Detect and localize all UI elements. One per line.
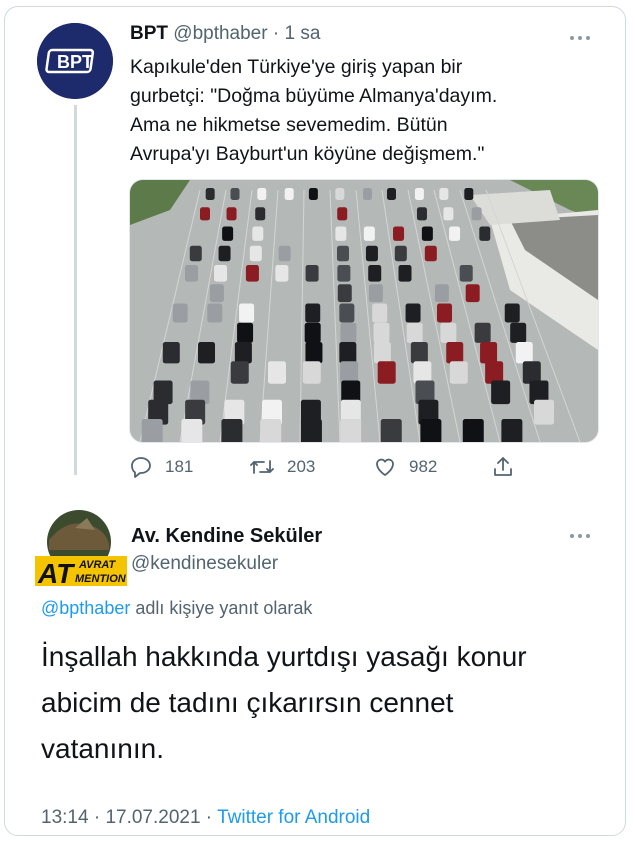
tweet-meta: 13:14 · 17.07.2021 · Twitter for Android	[41, 807, 370, 829]
like-count: 982	[409, 457, 438, 476]
tweet-header: BPT @bpthaber · 1 sa	[130, 23, 320, 45]
tweet-text-line: Avrupa'yı Bayburt'un köyüne değişmem."	[130, 143, 485, 165]
avrat-mention-badge-icon: AT AVRAT MENTION	[35, 510, 127, 589]
more-icon[interactable]	[568, 527, 598, 543]
reply-text: İnşallah hakkında yurtdışı yasağı konur …	[41, 634, 601, 772]
reply-button[interactable]: 181	[129, 455, 193, 479]
retweet-icon	[250, 460, 274, 474]
more-icon[interactable]	[568, 29, 598, 45]
reply-text-line: abicim de tadını çıkarırsın cennet	[41, 687, 454, 718]
tweet-text-line: Kapıkule'den Türkiye'ye giriş yapan bir	[130, 56, 463, 78]
tweet-text: Kapıkule'den Türkiye'ye giriş yapan bir …	[130, 53, 600, 169]
reply-to-label: adlı kişiye yanıt olarak	[130, 598, 313, 618]
tweet-text-line: gurbetçi: "Doğma büyüme Almanya'dayım.	[130, 85, 498, 107]
tweet-source[interactable]: Twitter for Android	[217, 807, 370, 828]
svg-text:MENTION: MENTION	[75, 573, 127, 585]
parking-lot-image	[130, 180, 598, 442]
tweet-text-line: Ama ne hikmetse sevemedim. Bütün	[130, 114, 448, 136]
avatar[interactable]: BPT	[37, 23, 113, 99]
reply-author-handle[interactable]: @kendinesekuler	[131, 553, 278, 575]
meta-separator: ·	[200, 807, 218, 828]
separator: ·	[272, 23, 280, 44]
tweet-photo[interactable]	[129, 179, 599, 443]
svg-text:AVRAT: AVRAT	[78, 559, 117, 571]
replying-to: @bpthaber adlı kişiye yanıt olarak	[41, 598, 312, 619]
share-icon	[494, 457, 512, 476]
reply-text-line: vatanının.	[41, 733, 164, 764]
author-handle[interactable]: @bpthaber	[173, 23, 267, 44]
reply-author-name[interactable]: Av. Kendine Seküler	[131, 525, 322, 548]
like-button[interactable]: 982	[373, 455, 437, 479]
reply-text-line: İnşallah hakkında yurtdışı yasağı konur	[41, 641, 527, 672]
reply-icon	[131, 457, 151, 478]
retweet-count: 203	[287, 457, 316, 476]
like-icon	[376, 458, 394, 476]
avatar[interactable]: AT AVRAT MENTION	[35, 510, 131, 592]
svg-text:BPT: BPT	[57, 52, 93, 72]
bpt-logo-icon: BPT	[37, 23, 113, 99]
tweet-date[interactable]: 17.07.2021	[105, 807, 200, 828]
share-button[interactable]	[491, 455, 527, 479]
tweet-time[interactable]: 1 sa	[284, 23, 320, 44]
tweet-actions: 181 203 982	[129, 455, 599, 479]
svg-text:AT: AT	[37, 558, 76, 589]
thread-connector	[74, 105, 77, 475]
tweet-timestamp[interactable]: 13:14	[41, 807, 89, 828]
retweet-button[interactable]: 203	[249, 455, 315, 479]
meta-separator: ·	[88, 807, 106, 828]
reply-to-handle-link[interactable]: @bpthaber	[41, 598, 130, 618]
reply-count: 181	[165, 457, 194, 476]
author-name[interactable]: BPT	[130, 23, 168, 44]
tweet-thread-card: BPT BPT @bpthaber · 1 sa Kapıkule'den Tü…	[4, 6, 626, 836]
